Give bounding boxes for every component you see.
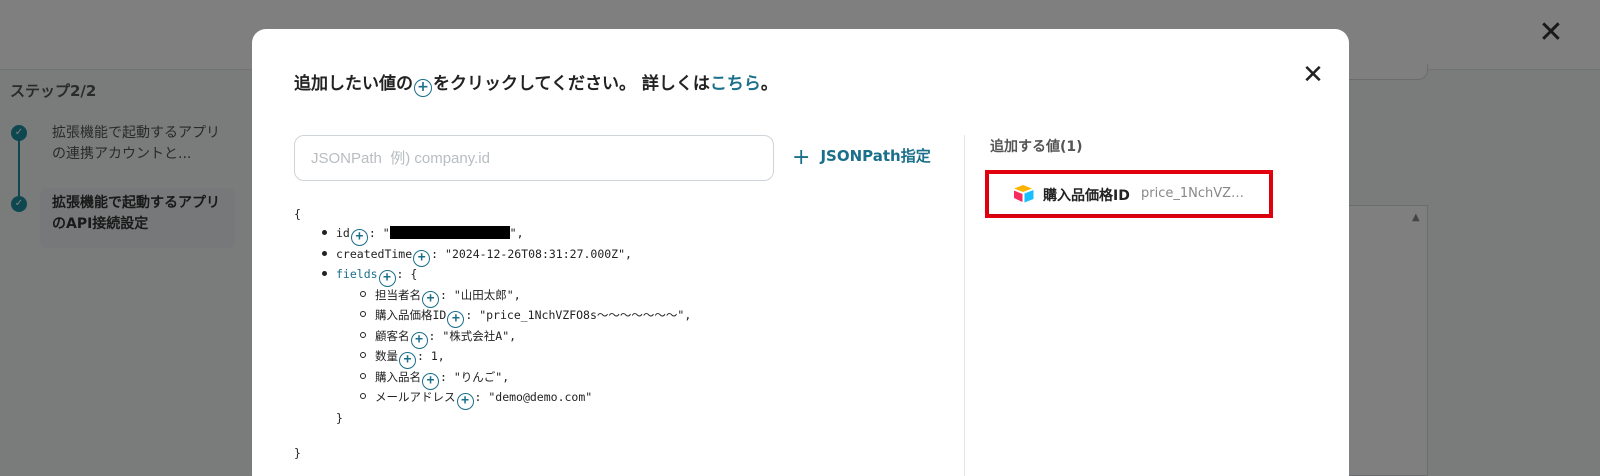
json-key: fields [336, 267, 378, 281]
help-link[interactable]: こちら [710, 74, 761, 94]
close-icon[interactable]: ✕ [1301, 62, 1325, 88]
jsonpath-button-label: JSONPath指定 [820, 147, 931, 165]
added-value-preview: price_1NchVZ… [1141, 186, 1245, 201]
title-suffix: をクリックしてください。 詳しくは [433, 74, 710, 94]
jsonpath-input[interactable] [294, 135, 774, 181]
json-key: createdTime [336, 247, 413, 261]
redacted-value [389, 226, 510, 239]
plus-circle-icon: + [414, 79, 432, 97]
json-open-brace: { [294, 207, 301, 221]
json-key: 購入品名 [375, 370, 421, 384]
added-values-heading: 追加する値(1) [990, 139, 1083, 155]
added-value-name: 購入品価格ID [1043, 188, 1130, 204]
json-row-field: メールアドレス +: "demo@demo.com" [360, 387, 593, 410]
json-key: メールアドレス [375, 390, 456, 404]
modal-title: 追加したい値の + をクリックしてください。 詳しくはこちら。 [294, 69, 778, 97]
json-value: : "2024-12-26T08:31:27.000Z", [431, 247, 632, 261]
json-value: : "株式会社A", [428, 329, 517, 343]
json-value: : 1, [417, 349, 445, 363]
json-row-id: id +: " ", [322, 223, 524, 246]
json-row-field: 購入品価格ID +: "price_1NchVZFO8s～～～～～～～", [360, 305, 692, 328]
json-fields-close: } [336, 411, 343, 425]
json-key: 購入品価格ID [375, 308, 447, 322]
json-row-field: 顧客名 +: "株式会社A", [360, 326, 517, 349]
added-value-chip[interactable]: 購入品価格ID price_1NchVZ… [985, 170, 1273, 218]
airtable-icon [1014, 185, 1034, 203]
json-key: id [336, 226, 350, 240]
json-key: 顧客名 [375, 329, 410, 343]
json-value: : "山田太郎", [440, 288, 521, 302]
json-row-fields: fields +: { [322, 264, 418, 287]
panel-divider [964, 135, 965, 476]
title-end: 。 [760, 74, 778, 94]
add-value-icon[interactable]: + [456, 393, 474, 410]
json-row-field: 購入品名 +: "りんご", [360, 367, 510, 390]
json-value: : "りんご", [440, 370, 510, 384]
json-value: : { [396, 267, 418, 281]
json-row-field: 数量 +: 1, [360, 346, 445, 369]
json-row-createdtime: createdTime +: "2024-12-26T08:31:27.000Z"… [322, 244, 632, 267]
value-picker-modal: 追加したい値の+をクリックしてください。 詳しくはこちら。 ✕ +JSONPat… [252, 29, 1349, 476]
json-value: : "price_1NchVZFO8s～～～～～～～", [465, 308, 692, 322]
json-close-brace: } [294, 446, 301, 460]
json-key: 担当者名 [375, 288, 421, 302]
title-prefix: 追加したい値の [294, 74, 413, 94]
jsonpath-button[interactable]: + JSONPath指定 [792, 145, 931, 170]
json-key: 数量 [375, 349, 398, 363]
plus-icon: + [792, 145, 811, 170]
json-value: : "demo@demo.com" [474, 390, 593, 404]
json-row-field: 担当者名 +: "山田太郎", [360, 285, 521, 308]
